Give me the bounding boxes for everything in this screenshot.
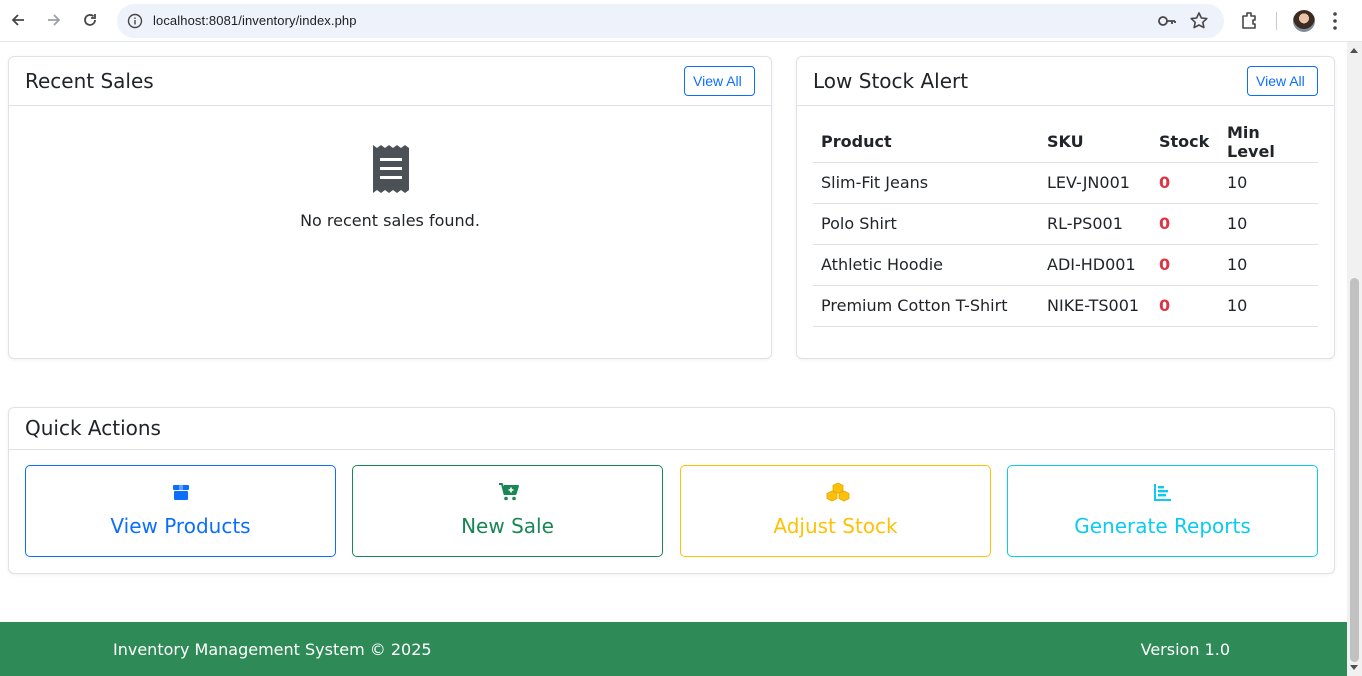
low-stock-view-all-button[interactable]: View All [1247, 66, 1318, 96]
no-sales-message: No recent sales found. [300, 211, 480, 230]
page-scrollbar[interactable] [1347, 42, 1362, 676]
new-sale-label: New Sale [461, 514, 554, 538]
stock-cell: 0 [1151, 203, 1219, 245]
low-stock-table: Product SKU Stock Min Level Slim-Fit Jea… [813, 122, 1318, 327]
min-level-cell: 10 [1219, 162, 1318, 204]
forward-arrow-icon[interactable] [40, 6, 68, 34]
footer-version: Version 1.0 [1140, 640, 1230, 659]
recent-sales-header: Recent Sales View All [9, 57, 771, 106]
reload-icon[interactable] [76, 6, 104, 34]
toolbar-separator [1276, 12, 1277, 30]
footer-copyright: Inventory Management System © 2025 [113, 640, 432, 659]
low-stock-header: Low Stock Alert View All [797, 57, 1334, 106]
low-stock-card: Low Stock Alert View All Product SKU Sto… [796, 56, 1335, 359]
recent-sales-title: Recent Sales [25, 69, 154, 93]
table-row: Polo Shirt RL-PS001 0 10 [813, 203, 1318, 245]
recent-sales-card: Recent Sales View All No recent sales fo… [8, 56, 772, 359]
url-text[interactable]: localhost:8081/inventory/index.php [153, 13, 357, 28]
stock-cell: 0 [1151, 244, 1219, 286]
sku-cell: ADI-HD001 [1039, 244, 1151, 286]
recent-sales-view-all-button[interactable]: View All [684, 66, 755, 96]
generate-reports-label: Generate Reports [1074, 514, 1251, 538]
column-header-stock: Stock [1151, 122, 1219, 163]
scroll-down-arrow-icon[interactable] [1350, 665, 1358, 670]
quick-actions-header: Quick Actions [9, 408, 1334, 450]
product-cell: Premium Cotton T-Shirt [813, 285, 1039, 327]
table-row: Slim-Fit Jeans LEV-JN001 0 10 [813, 162, 1318, 204]
quick-actions-card: Quick Actions View Products New Sale Adj… [8, 407, 1335, 574]
address-bar[interactable]: localhost:8081/inventory/index.php [117, 4, 1224, 38]
table-header-row: Product SKU Stock Min Level [813, 122, 1318, 163]
bar-chart-icon [1153, 482, 1173, 502]
product-cell: Athletic Hoodie [813, 244, 1039, 286]
low-stock-title: Low Stock Alert [813, 69, 969, 93]
browser-toolbar: localhost:8081/inventory/index.php [0, 0, 1362, 42]
view-products-label: View Products [110, 514, 251, 538]
avatar[interactable] [1293, 10, 1315, 32]
back-arrow-icon[interactable] [4, 6, 32, 34]
product-cell: Slim-Fit Jeans [813, 162, 1039, 204]
scrollbar-thumb[interactable] [1350, 278, 1359, 662]
column-header-min-level: Min Level [1219, 122, 1318, 163]
quick-actions-title: Quick Actions [25, 416, 161, 440]
stock-cell: 0 [1151, 162, 1219, 204]
view-products-button[interactable]: View Products [25, 465, 336, 557]
kebab-menu-icon[interactable] [1332, 10, 1338, 36]
cart-plus-icon [498, 482, 519, 502]
product-cell: Polo Shirt [813, 203, 1039, 245]
table-row: Premium Cotton T-Shirt NIKE-TS001 0 10 [813, 285, 1318, 327]
sku-cell: RL-PS001 [1039, 203, 1151, 245]
generate-reports-button[interactable]: Generate Reports [1007, 465, 1318, 557]
scroll-up-arrow-icon[interactable] [1350, 48, 1358, 53]
stock-cell: 0 [1151, 285, 1219, 327]
cubes-icon [826, 482, 849, 502]
sku-cell: NIKE-TS001 [1039, 285, 1151, 327]
star-icon[interactable] [1188, 10, 1210, 36]
column-header-product: Product [813, 122, 1039, 163]
min-level-cell: 10 [1219, 285, 1318, 327]
min-level-cell: 10 [1219, 203, 1318, 245]
adjust-stock-button[interactable]: Adjust Stock [680, 465, 991, 557]
min-level-cell: 10 [1219, 244, 1318, 286]
site-info-icon[interactable] [123, 9, 147, 33]
footer: Inventory Management System © 2025 Versi… [0, 622, 1347, 676]
adjust-stock-label: Adjust Stock [773, 514, 898, 538]
column-header-sku: SKU [1039, 122, 1151, 163]
sku-cell: LEV-JN001 [1039, 162, 1151, 204]
receipt-icon [372, 144, 410, 194]
table-row: Athletic Hoodie ADI-HD001 0 10 [813, 244, 1318, 286]
box-icon [171, 482, 191, 502]
extensions-icon[interactable] [1239, 9, 1261, 35]
new-sale-button[interactable]: New Sale [352, 465, 663, 557]
key-icon[interactable] [1157, 11, 1177, 35]
